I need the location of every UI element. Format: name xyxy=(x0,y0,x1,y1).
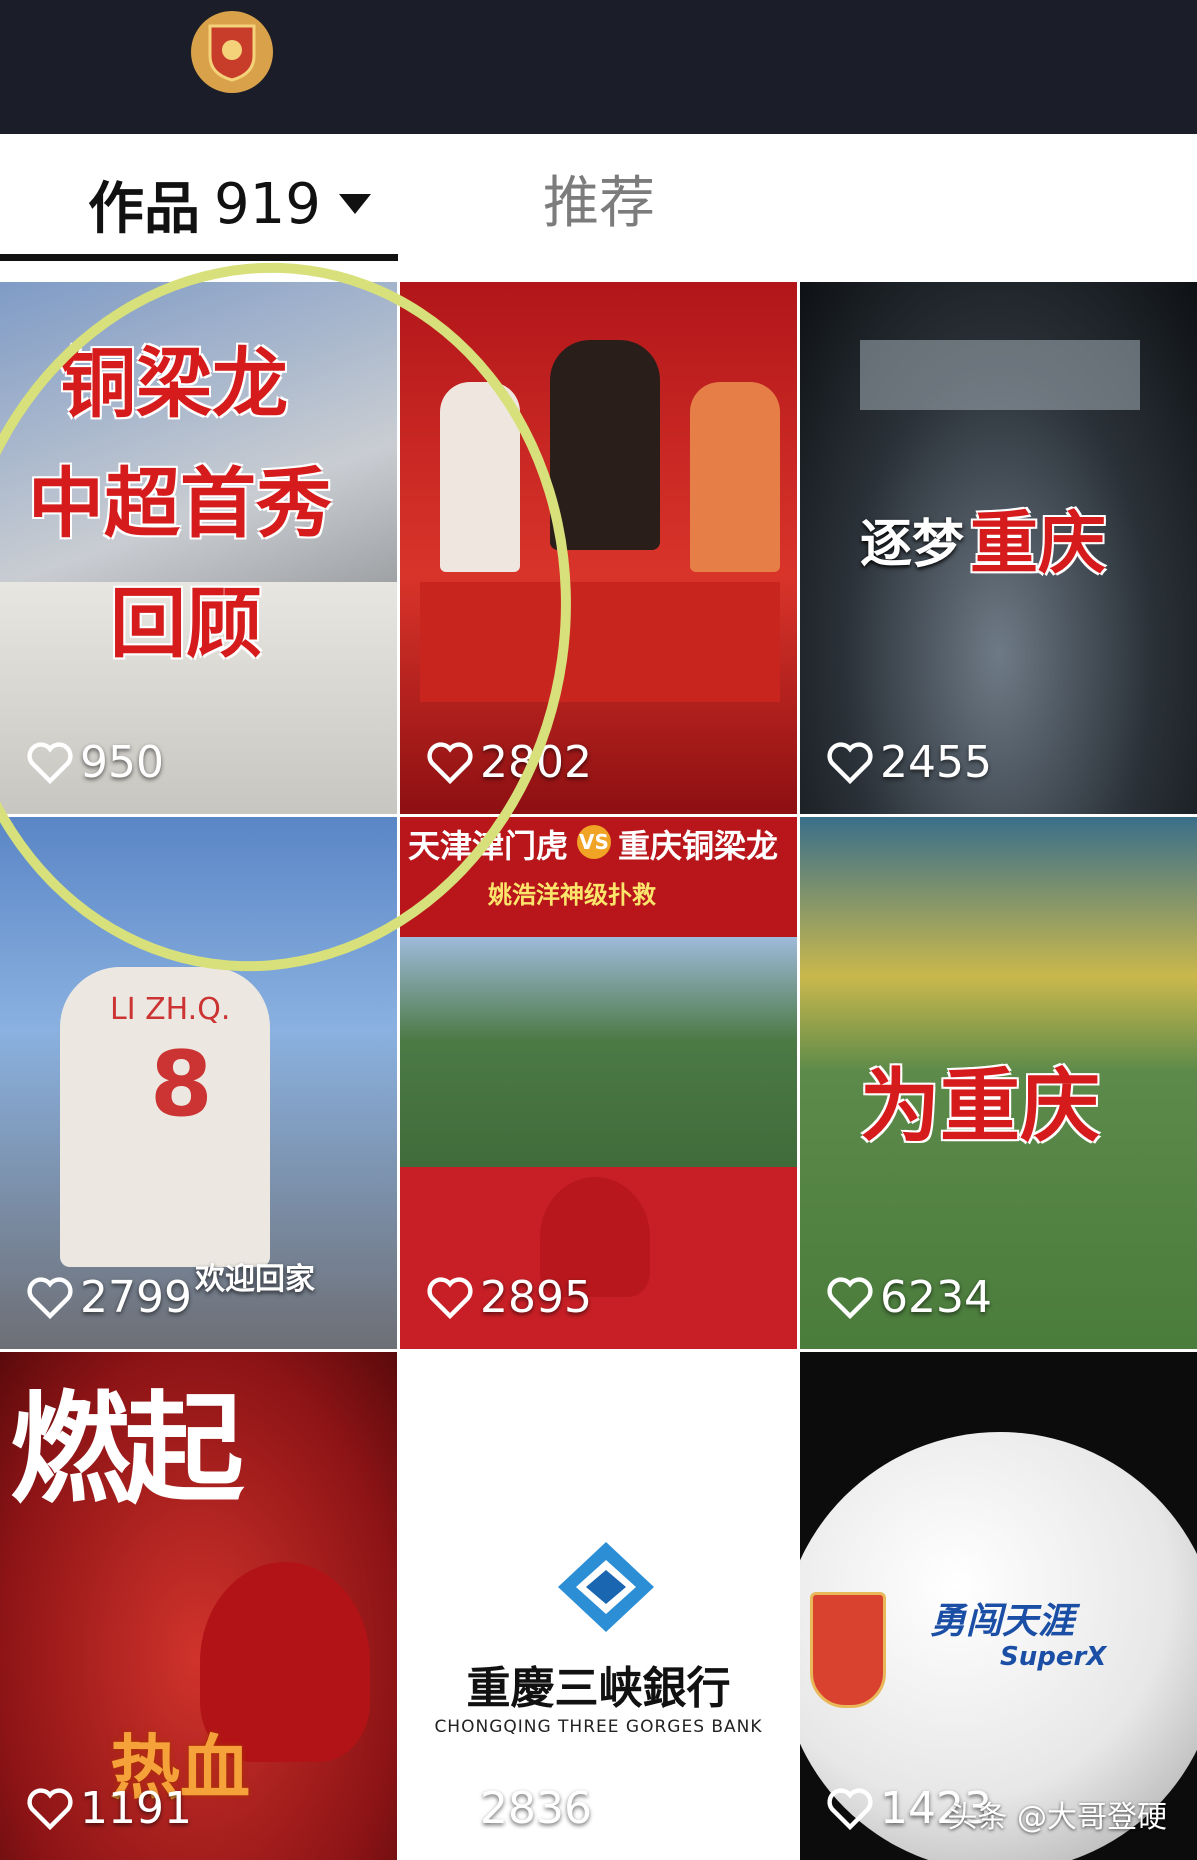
tab-works-label: 作品 xyxy=(88,176,200,242)
jersey-number: 8 xyxy=(150,1032,213,1137)
home-team: 天津津门虎 xyxy=(408,827,569,865)
ball-text: 勇闯天涯 xyxy=(930,1601,1075,1642)
away-team: 重庆铜梁龙 xyxy=(618,827,779,865)
video-tile[interactable]: 2802 xyxy=(400,282,797,814)
video-title: 燃起 xyxy=(10,1381,244,1520)
chevron-down-icon[interactable] xyxy=(338,194,371,214)
video-title-line: 铜梁龙 xyxy=(60,339,288,428)
video-tile[interactable]: 天津津门虎 VS 重庆铜梁龙 姚浩洋神级扑救 2895 xyxy=(400,817,797,1349)
like-count: 2836 xyxy=(426,1783,592,1834)
video-title-white: 逐梦 xyxy=(860,515,965,575)
video-tile[interactable]: LI ZH.Q. 8 欢迎回家 2799 xyxy=(0,817,397,1349)
grid-divider xyxy=(0,814,1197,817)
video-tile[interactable]: 为重庆 6234 xyxy=(800,817,1197,1349)
club-crest-icon xyxy=(810,1592,886,1708)
players-image xyxy=(420,582,780,702)
video-tile[interactable]: 燃起 热血 1191 xyxy=(0,1352,397,1860)
heart-icon xyxy=(827,1276,873,1319)
heart-icon xyxy=(27,1276,73,1319)
tab-recommend[interactable]: 推荐 xyxy=(543,164,655,244)
like-count: 6234 xyxy=(826,1272,992,1323)
jersey-name: LI ZH.Q. xyxy=(110,992,231,1027)
like-count: 2895 xyxy=(426,1272,592,1323)
video-subtitle: 欢迎回家 xyxy=(195,1262,315,1297)
like-count: 1191 xyxy=(26,1783,192,1834)
bank-name-english: CHONGQING THREE GORGES BANK xyxy=(434,1717,763,1737)
like-count: 2455 xyxy=(826,737,992,788)
grid-divider xyxy=(397,282,400,1860)
ball-brand: SuperX xyxy=(1000,1642,1107,1672)
watermark: 头条 @大哥登硬 xyxy=(947,1800,1167,1835)
heart-icon xyxy=(827,741,873,784)
video-subtitle: 姚浩洋神级扑救 xyxy=(488,881,656,909)
bank-name: 重慶三峡銀行 xyxy=(466,1663,731,1714)
vs-badge: VS xyxy=(577,825,611,859)
artist-figure xyxy=(690,382,780,572)
video-tile[interactable]: 逐梦 重庆 2455 xyxy=(800,282,1197,814)
like-count: 2799 xyxy=(26,1272,192,1323)
bank-logo-icon xyxy=(558,1542,654,1632)
video-title-line: 中超首秀 xyxy=(28,459,332,548)
active-tab-indicator xyxy=(0,254,398,261)
heart-icon xyxy=(427,741,473,784)
top-bar xyxy=(0,0,1197,134)
video-tile[interactable]: 铜梁龙 中超首秀 回顾 950 xyxy=(0,282,397,814)
heart-icon xyxy=(27,1787,73,1830)
match-banner: 天津津门虎 VS 重庆铜梁龙 姚浩洋神级扑救 xyxy=(400,817,797,937)
grid-divider xyxy=(797,282,800,1860)
artist-figure xyxy=(550,340,660,550)
like-count: 2802 xyxy=(426,737,592,788)
like-count: 950 xyxy=(26,737,164,788)
club-crest-icon[interactable] xyxy=(191,11,273,93)
match-footage xyxy=(400,937,797,1167)
tab-works-count: 919 xyxy=(214,171,321,237)
tab-works[interactable]: 作品 919 xyxy=(88,164,371,244)
video-title: 为重庆 xyxy=(860,1059,1100,1153)
heart-icon xyxy=(827,1787,873,1830)
artist-figure xyxy=(440,382,520,572)
heart-icon xyxy=(427,1276,473,1319)
video-tile[interactable]: 重慶三峡銀行 CHONGQING THREE GORGES BANK 2836 xyxy=(400,1352,797,1860)
video-title-line: 回顾 xyxy=(110,579,262,668)
stadium-lights xyxy=(860,340,1140,410)
profile-tabs: 作品 919 推荐 xyxy=(0,134,1197,282)
heart-icon xyxy=(27,741,73,784)
video-grid: 铜梁龙 中超首秀 回顾 950 2802 逐梦 重庆 2455 LI ZH.Q.… xyxy=(0,282,1197,1860)
video-title-red: 重庆 xyxy=(970,504,1107,584)
grid-divider xyxy=(0,1349,1197,1352)
video-tile[interactable]: 勇闯天涯 SuperX 1423 xyxy=(800,1352,1197,1860)
heart-icon xyxy=(427,1787,473,1830)
